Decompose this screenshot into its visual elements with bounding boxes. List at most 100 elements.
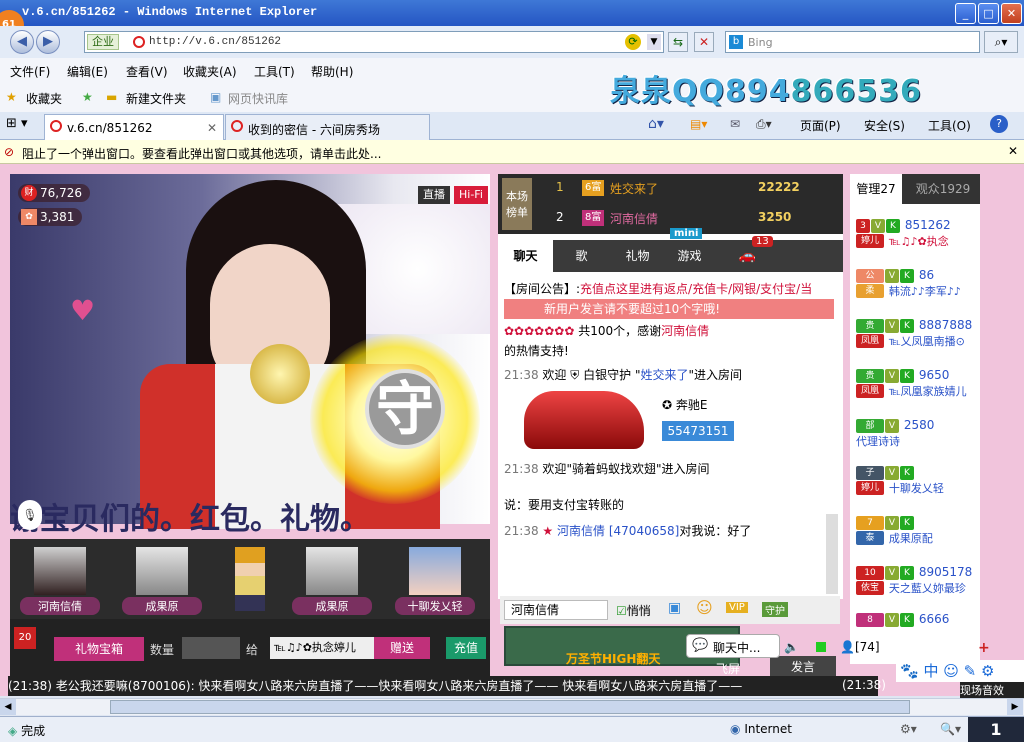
menu-edit[interactable]: 编辑(E) <box>67 63 108 80</box>
menu-tools[interactable]: 工具(T) <box>254 63 295 80</box>
home-icon[interactable]: ⌂▾ <box>648 116 664 132</box>
infobar-close-icon[interactable]: ✕ <box>1008 144 1018 158</box>
print-icon[interactable]: ⎙▾ <box>756 117 772 132</box>
feeds-icon[interactable]: ▤▾ <box>690 117 707 131</box>
webslice-gallery-button[interactable]: 网页快讯库 <box>228 90 288 107</box>
tab-favicon-icon <box>231 120 243 132</box>
horizontal-scrollbar[interactable]: ◀ ▶ <box>0 698 1024 715</box>
recharge-button[interactable]: 充值 <box>446 637 486 659</box>
mic-icon[interactable]: 🎙 <box>18 500 42 530</box>
back-button[interactable]: ◀ <box>10 30 34 54</box>
mail-icon[interactable]: ✉ <box>730 117 740 131</box>
tab-admins[interactable]: 管理27 <box>850 174 902 204</box>
minimize-button[interactable]: _ <box>955 3 976 24</box>
guest-seat[interactable]: 成果原 <box>122 547 202 615</box>
menu-help[interactable]: 帮助(H) <box>311 63 353 80</box>
safety-menu[interactable]: 安全(S) <box>864 117 905 134</box>
video-stream[interactable]: 守 ♥ 76,726 3,381 财 ✿ 直播 Hi-Fi <box>10 174 490 529</box>
tab-messages[interactable]: 收到的密信 - 六间房秀场 <box>225 114 430 140</box>
emoji-icon[interactable]: ☺ <box>696 598 713 617</box>
chat-scrollbar[interactable] <box>826 514 838 594</box>
guest-seat[interactable] <box>210 547 290 611</box>
tab-songs[interactable]: 歌 <box>554 240 609 272</box>
ime-toolbar[interactable]: 🐾 中 ☺ ✎ ⚙ <box>896 660 1024 682</box>
chat-line-1: 21:38 欢迎 ⛨ 白银守护 "姓交来了"进入房间 <box>504 368 743 382</box>
infobar-text: 阻止了一个弹出窗口。要查看此弹出窗口或其他选项，请单击此处... <box>22 147 382 161</box>
send-gift-button[interactable]: 赠送 <box>374 637 430 659</box>
popup-blocked-infobar[interactable]: ⊘ 阻止了一个弹出窗口。要查看此弹出窗口或其他选项，请单击此处... ✕ <box>0 140 1024 164</box>
guest-seat[interactable]: 十聊发乂轻 <box>395 547 475 615</box>
love-heart-icon: ♥ <box>70 294 96 327</box>
menu-file[interactable]: 文件(F) <box>10 63 50 80</box>
tab-close-icon[interactable]: ✕ <box>207 121 217 135</box>
guest-seat[interactable]: 河南信倩 <box>20 547 100 615</box>
user-entry[interactable]: 贵VK 9650 凤凰 ℡凤凰家族婧儿 <box>856 368 980 399</box>
user-entry[interactable]: 贵VK 8887888 凤凰 ℡乂凤凰南播⊙ <box>856 318 980 349</box>
guest-seats: 河南信倩 成果原 成果原 十聊发乂轻 <box>10 539 490 619</box>
compat-icon[interactable]: ⟳ <box>625 34 641 50</box>
rank-1-name[interactable]: 姓交来了 <box>610 180 658 197</box>
menu-view[interactable]: 查看(V) <box>126 63 168 80</box>
url-field[interactable]: 企业 http://v.6.cn/851262 ⟳ ▼ <box>84 31 664 53</box>
tools-menu[interactable]: 工具(O) <box>928 117 971 134</box>
status-done: ◈ 完成 <box>8 724 46 738</box>
stop-button[interactable]: ✕ <box>694 32 714 52</box>
user-entry[interactable]: 公VK 86 柔 韩流♪♪李军♪♪ <box>856 268 980 299</box>
user-entry[interactable]: 3VK 851262 婷儿 ℡♫♪✿执念 <box>856 218 980 249</box>
speaker-icon[interactable]: 🔈 <box>784 640 799 654</box>
title-bar: v.6.cn/851262 - Windows Internet Explore… <box>0 0 1024 26</box>
car-brand: ✪ 奔驰E <box>662 398 708 412</box>
search-box[interactable]: b Bing <box>725 31 980 53</box>
tab-gifts[interactable]: 礼物 <box>610 240 665 272</box>
internet-zone: ◉ Internet <box>730 722 792 736</box>
image-icon[interactable]: ▣ <box>668 600 681 616</box>
add-favorite-icon[interactable]: ★ <box>82 90 93 104</box>
favorites-button[interactable]: 收藏夹 <box>26 90 62 107</box>
gift-box-button[interactable]: 礼物宝箱 <box>54 637 144 661</box>
protected-mode-icon[interactable]: ⚙▾ <box>900 722 917 736</box>
guest-seat[interactable]: 成果原 <box>292 547 372 615</box>
refresh-button[interactable]: ⇆ <box>668 32 688 52</box>
recipient-select[interactable]: ℡♫♪✿执念婷儿 <box>270 637 374 659</box>
add-icon[interactable]: + <box>978 640 990 656</box>
page-menu[interactable]: 页面(P) <box>800 117 841 134</box>
search-icon[interactable]: ⌕▾ <box>984 31 1018 53</box>
rank-2-level: 8富 <box>582 210 605 226</box>
tab-chat[interactable]: 聊天 <box>498 240 553 272</box>
qty-input[interactable] <box>182 637 240 659</box>
scroll-thumb[interactable] <box>110 700 910 714</box>
user-entry[interactable]: 子 V K 婷儿 十聊发乂轻 <box>856 465 980 496</box>
close-button[interactable]: ✕ <box>1001 3 1022 24</box>
tab-games[interactable]: 游戏 <box>662 240 717 272</box>
zoom-icon[interactable]: 🔍▾ <box>940 722 961 736</box>
send-message-button[interactable]: 发言 <box>770 656 836 678</box>
user-entry[interactable]: 10 V K 8905178 依宝 天之藍乂妳最珍 <box>856 565 980 596</box>
quick-tabs-icon[interactable]: ⊞ ▾ <box>6 116 46 136</box>
chat-line-3: 说：要用支付宝转账的 <box>504 498 625 512</box>
rank-2-name[interactable]: 河南信倩 <box>610 210 658 227</box>
menu-favorites[interactable]: 收藏夹(A) <box>183 63 237 80</box>
maximize-button[interactable]: □ <box>978 3 999 24</box>
chat-roses: ✿✿✿✿✿✿✿ 共100个，感谢河南信倩 <box>504 324 710 338</box>
chat-target-select[interactable]: 河南信倩 <box>504 600 608 620</box>
car-id[interactable]: 55473151 <box>662 421 734 441</box>
guard-button[interactable]: 守护 <box>762 602 788 617</box>
to-label: 给 <box>246 643 259 657</box>
window-title: v.6.cn/851262 - Windows Internet Explore… <box>22 5 318 19</box>
user-entry[interactable]: 部V 2580 代理诗诗 <box>856 418 980 449</box>
tray-sound-label[interactable]: 现场音效 <box>960 682 1024 698</box>
vip-button[interactable]: VIP <box>726 602 748 613</box>
help-icon[interactable]: ? <box>990 115 1008 133</box>
viewer-count: 👤[74] <box>840 640 880 654</box>
forward-button[interactable]: ▶ <box>36 30 60 54</box>
new-folder-button[interactable]: 新建文件夹 <box>126 90 186 107</box>
user-entry[interactable]: 7VK泰 成果原配 <box>856 515 980 546</box>
url-dropdown-icon[interactable]: ▼ <box>647 34 661 50</box>
hifi-label: Hi-Fi <box>454 186 488 204</box>
tab-current[interactable]: v.6.cn/851262 ✕ <box>44 114 224 140</box>
user-entry[interactable]: 8VK 6666 <box>856 612 980 627</box>
tab-viewers[interactable]: 观众1929 <box>906 174 980 204</box>
quiet-checkbox[interactable]: ☑悄悄 <box>616 602 651 619</box>
fly-screen-button[interactable]: 飞屏 <box>716 660 740 677</box>
taskbar-counter[interactable]: 1 <box>968 717 1024 742</box>
